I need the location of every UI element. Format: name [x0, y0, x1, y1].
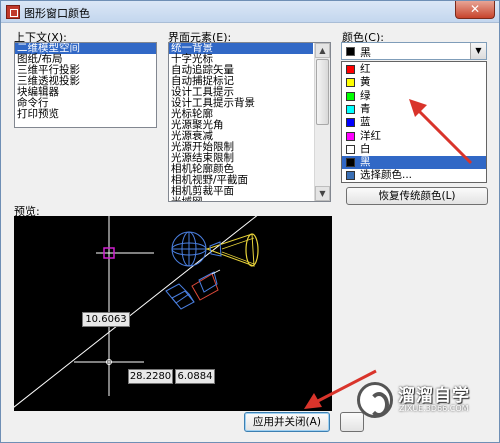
restore-classic-colors-button[interactable]: 恢复传统颜色(L) [346, 187, 488, 205]
color-option-swatch [346, 118, 355, 128]
color-option-swatch [346, 104, 355, 114]
spotlight-cone-icon [205, 233, 259, 267]
scroll-down-icon[interactable]: ▼ [315, 186, 330, 201]
color-option[interactable]: 绿 [342, 90, 486, 103]
watermark-url: ZIXUE.3D66.COM [399, 404, 469, 413]
interface-element-item[interactable]: 光域网 [169, 197, 313, 202]
app-icon [6, 5, 20, 19]
color-option-swatch [346, 131, 355, 141]
scroll-up-icon[interactable]: ▲ [315, 43, 330, 58]
color-option[interactable]: 红 [342, 63, 486, 76]
color-option-label: 红 [360, 63, 371, 75]
color-swatch [346, 47, 355, 56]
light-sphere-icon [171, 231, 207, 267]
context-item[interactable]: 打印预览 [15, 109, 156, 120]
preview-drawing [14, 216, 259, 408]
color-option[interactable]: 黄 [342, 76, 486, 89]
color-dropdown-list[interactable]: 红黄绿青蓝洋红白黑选择颜色... [341, 61, 487, 183]
close-button[interactable]: ✕ [455, 1, 495, 19]
color-option-label: 白 [360, 142, 371, 155]
title-bar: 图形窗口颜色 ✕ [1, 1, 499, 23]
preview-canvas: 10.6063 28.2280 6.0884 [14, 216, 332, 411]
graphics-window-color-dialog: 图形窗口颜色 ✕ 上下文(X): 二维模型空间 图纸/布局 三维平行投影 三维透视投影… [0, 0, 500, 443]
color-option-label: 洋红 [360, 129, 381, 142]
color-option[interactable]: 洋红 [342, 130, 486, 143]
window-title: 图形窗口颜色 [24, 7, 90, 20]
interface-elements-listbox[interactable]: 统一背景 十字光标 自动追踪矢量 自动捕捉标记 设计工具提示 设计工具提示背景 光标轮廓 光源… [168, 42, 331, 202]
color-option-swatch [346, 78, 355, 88]
color-option[interactable]: 蓝 [342, 116, 486, 129]
color-dropdown[interactable]: 黑 ▼ [341, 42, 487, 60]
color-option[interactable]: 选择颜色... [342, 169, 486, 182]
coordinate-tooltip-primary: 10.6063 [82, 312, 130, 327]
apply-and-close-button[interactable]: 应用并关闭(A) [244, 412, 330, 432]
color-option-label: 蓝 [360, 116, 371, 129]
watermark: 溜溜自学 ZIXUE.3D66.COM [357, 380, 497, 422]
color-option-label: 选择颜色... [360, 169, 413, 182]
color-option-swatch [346, 91, 355, 101]
coordinate-tooltip-x: 28.2280 [128, 369, 173, 384]
color-option-label: 青 [360, 102, 371, 115]
scroll-thumb[interactable] [316, 59, 329, 125]
coordinate-tooltip-y: 6.0884 [175, 369, 215, 384]
elements-scrollbar[interactable]: ▲ ▼ [314, 43, 330, 201]
color-option-swatch [346, 171, 355, 181]
watermark-title: 溜溜自学 [398, 386, 470, 406]
color-option[interactable]: 青 [342, 103, 486, 116]
color-option-label: 黑 [360, 156, 371, 169]
color-current-value: 黑 [360, 46, 371, 59]
color-option[interactable]: 黑 [342, 156, 486, 170]
color-option-label: 黄 [360, 76, 371, 89]
chevron-down-icon[interactable]: ▼ [470, 43, 486, 59]
camera-icon [165, 269, 221, 310]
watermark-logo-icon [357, 382, 393, 418]
context-listbox[interactable]: 二维模型空间 图纸/布局 三维平行投影 三维透视投影 块编辑器 命令行 打印预览 [14, 42, 157, 128]
color-option-swatch [346, 65, 355, 74]
color-option-swatch [346, 144, 355, 154]
color-option-label: 绿 [360, 89, 371, 102]
color-option[interactable]: 白 [342, 143, 486, 156]
color-option-swatch [346, 158, 355, 168]
